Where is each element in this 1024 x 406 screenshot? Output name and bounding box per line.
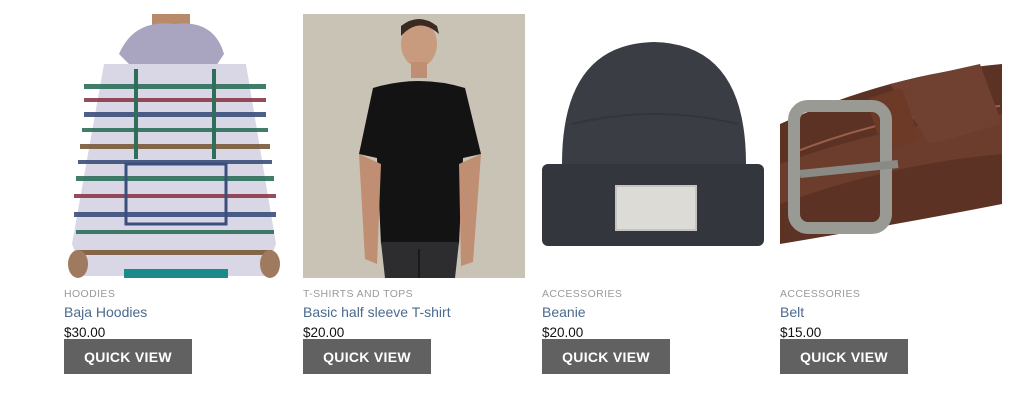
product-category[interactable]: HOODIES [64,288,286,300]
quick-view-button[interactable]: QUICK VIEW [542,339,670,374]
product-image-baja-hoodie[interactable] [64,14,286,278]
product-card: T-SHIRTS AND TOPS Basic half sleeve T-sh… [303,14,525,341]
product-category[interactable]: ACCESSORIES [542,288,764,300]
product-card: HOODIES Baja Hoodies $30.00 [64,14,286,341]
product-image-tshirt[interactable] [303,14,525,278]
product-image-belt[interactable] [780,14,1002,278]
product-category[interactable]: ACCESSORIES [780,288,1002,300]
quick-view-button[interactable]: QUICK VIEW [303,339,431,374]
product-image-beanie[interactable] [542,14,764,278]
product-title-link[interactable]: Baja Hoodies [64,304,147,321]
product-title-link[interactable]: Beanie [542,304,586,321]
product-title-link[interactable]: Basic half sleeve T-shirt [303,304,451,321]
quick-view-button[interactable]: QUICK VIEW [780,339,908,374]
product-grid: HOODIES Baja Hoodies $30.00 QUICK VIEW T… [0,0,1024,406]
quick-view-button[interactable]: QUICK VIEW [64,339,192,374]
product-title-link[interactable]: Belt [780,304,804,321]
product-card: ACCESSORIES Beanie $20.00 [542,14,764,341]
product-category[interactable]: T-SHIRTS AND TOPS [303,288,525,300]
product-card: ACCESSORIES Belt $15.00 [780,14,1002,341]
